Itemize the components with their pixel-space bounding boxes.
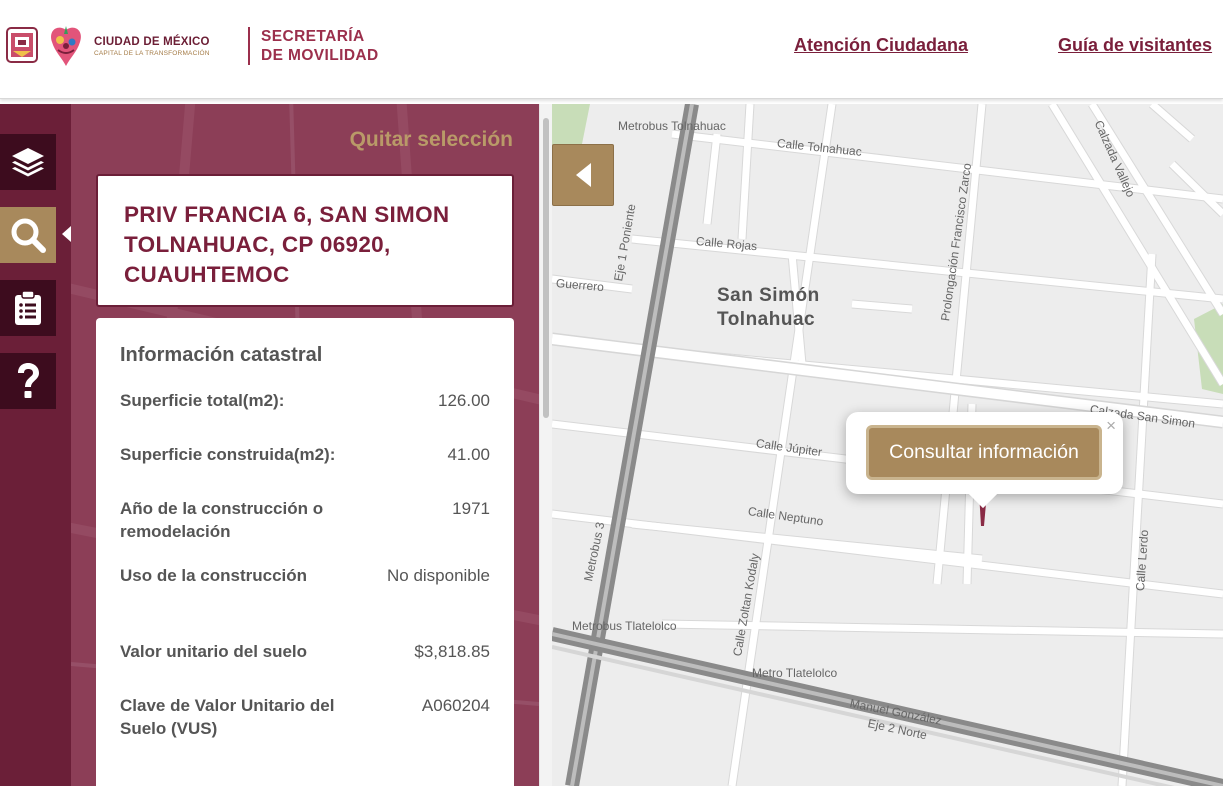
tool-rail xyxy=(0,104,71,786)
address-text: PRIV FRANCIA 6, SAN SIMON TOLNAHUAC, CP … xyxy=(124,202,450,287)
info-row-anio-construccion: Año de la construcción o remodelación 19… xyxy=(120,497,490,564)
address-card: PRIV FRANCIA 6, SAN SIMON TOLNAHUAC, CP … xyxy=(96,174,514,307)
cdmx-wordmark: CIUDAD DE MÉXICO CAPITAL DE LA TRANSFORM… xyxy=(94,36,210,57)
label-metrobus-tolnahuac: Metrobus Tolnahuac xyxy=(618,119,726,133)
parcel-popup: × Consultar información xyxy=(846,412,1123,509)
results-panel: Quitar selección PRIV FRANCIA 6, SAN SIM… xyxy=(71,104,539,786)
cadastral-info-title: Información catastral xyxy=(120,344,323,366)
popup-close-icon[interactable]: × xyxy=(1106,416,1116,436)
clear-selection-link[interactable]: Quitar selección xyxy=(350,128,513,152)
label-metro-tlatelolco: Metro Tlatelolco xyxy=(752,666,838,680)
brand-title: CIUDAD DE MÉXICO xyxy=(94,35,210,48)
secretaria-line-1: SECRETARÍA xyxy=(261,28,365,45)
info-value: 1971 xyxy=(452,499,490,518)
park-area xyxy=(552,104,590,148)
layers-icon xyxy=(12,148,44,177)
nav-link-atencion-ciudadana[interactable]: Atención Ciudadana xyxy=(794,35,968,56)
cadastral-info-card: Información catastral Superficie total(m… xyxy=(96,318,514,786)
nav-link-guia-visitantes[interactable]: Guía de visitantes xyxy=(1058,35,1212,56)
info-row-superficie-construida: Superficie construida(m2): 41.00 xyxy=(120,443,490,497)
info-value: $3,818.85 xyxy=(414,642,490,661)
label-san-simon-tolnahuac: San Simón Tolnahuac xyxy=(717,285,820,330)
clipboard-button[interactable] xyxy=(0,280,56,336)
layers-button[interactable] xyxy=(0,134,56,190)
info-row-superficie-total: Superficie total(m2): 126.00 xyxy=(120,389,490,443)
panel-scrollbar[interactable] xyxy=(539,104,552,786)
scrollbar-thumb[interactable] xyxy=(543,118,549,418)
cdmx-logo[interactable]: CIUDAD DE MÉXICO CAPITAL DE LA TRANSFORM… xyxy=(6,22,210,70)
secretaria-line-2: DE MOVILIDAD xyxy=(261,47,379,64)
secretaria-wordmark[interactable]: SECRETARÍA DE MOVILIDAD xyxy=(261,27,379,65)
search-icon xyxy=(11,218,46,253)
info-row-valor-unitario: Valor unitario del suelo $3,818.85 xyxy=(120,640,490,694)
logo-divider xyxy=(248,27,250,65)
help-button[interactable] xyxy=(0,353,56,409)
info-value: A060204 xyxy=(421,696,490,715)
info-row-uso-construccion: Uso de la construcción No disponible xyxy=(120,564,490,640)
info-value: 126.00 xyxy=(438,391,490,410)
site-header: CIUDAD DE MÉXICO CAPITAL DE LA TRANSFORM… xyxy=(0,0,1223,99)
coat-of-arms-icon xyxy=(6,27,38,63)
info-label: Uso de la construcción xyxy=(120,566,308,585)
info-label: Clave de Valor Unitario del Suelo (VUS) xyxy=(120,696,335,738)
info-label: Superficie construida(m2): xyxy=(120,445,336,464)
info-label: Valor unitario del suelo xyxy=(120,642,308,661)
info-label: Año de la construcción o remodelación xyxy=(120,499,324,541)
consultar-informacion-button[interactable]: Consultar información xyxy=(866,425,1102,480)
collapse-panel-button[interactable] xyxy=(552,144,614,206)
info-row-clave-vus: Clave de Valor Unitario del Suelo (VUS) … xyxy=(120,694,490,754)
heart-emblem-icon xyxy=(51,26,81,66)
clipboard-icon xyxy=(15,290,41,325)
info-value: No disponible xyxy=(386,566,490,585)
brand-subtitle: CAPITAL DE LA TRANSFORMACIÓN xyxy=(94,49,210,57)
search-button[interactable] xyxy=(0,207,56,263)
info-value: 41.00 xyxy=(447,445,490,464)
help-icon xyxy=(18,363,39,398)
label-metrobus-tlatelolco: Metrobus Tlatelolco xyxy=(572,619,677,633)
active-tool-caret xyxy=(62,226,71,242)
chevron-left-icon xyxy=(576,163,591,187)
info-label: Superficie total(m2): xyxy=(120,391,285,410)
